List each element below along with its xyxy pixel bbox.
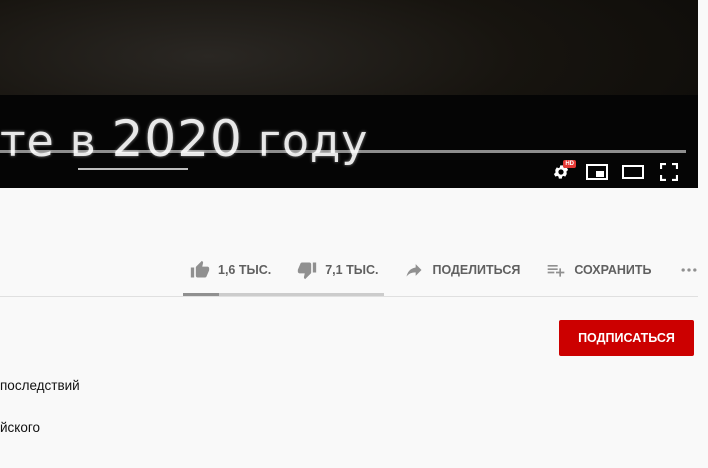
player-controls: HD — [550, 160, 680, 182]
theater-mode-button[interactable] — [622, 162, 644, 182]
video-actions: 1,6 ТЫС. 7,1 ТЫС. ПОДЕЛИТЬСЯ СОХРАНИТЬ — [190, 257, 700, 283]
caption-year: 2020 — [111, 110, 243, 168]
share-label: ПОДЕЛИТЬСЯ — [432, 263, 521, 277]
thumbs-up-icon — [190, 260, 210, 278]
hd-badge: HD — [563, 160, 576, 168]
fullscreen-button[interactable] — [658, 162, 680, 182]
video-player[interactable]: те в 2020 году HD — [0, 0, 698, 188]
video-caption: те в 2020 году — [0, 110, 368, 168]
settings-button[interactable]: HD — [550, 160, 576, 182]
description-line-1: последствий — [0, 378, 80, 393]
share-icon — [406, 264, 422, 277]
description-line-2: йского — [0, 420, 40, 435]
save-label: СОХРАНИТЬ — [574, 263, 652, 277]
caption-post: году — [242, 116, 369, 167]
miniplayer-icon — [586, 164, 608, 180]
divider — [0, 296, 698, 297]
caption-underline — [78, 168, 188, 170]
dislike-count: 7,1 ТЫС. — [325, 263, 379, 277]
subscribe-button[interactable]: ПОДПИСАТЬСЯ — [559, 320, 694, 356]
like-count: 1,6 ТЫС. — [218, 263, 272, 277]
playlist-add-icon — [548, 265, 565, 277]
theater-icon — [622, 165, 644, 179]
video-progress-bar[interactable] — [0, 150, 686, 153]
save-button[interactable]: СОХРАНИТЬ — [546, 260, 652, 280]
caption-pre: те в — [0, 116, 112, 167]
miniplayer-button[interactable] — [586, 162, 608, 182]
fullscreen-icon — [660, 163, 678, 181]
dislike-button[interactable]: 7,1 ТЫС. — [297, 260, 378, 280]
share-button[interactable]: ПОДЕЛИТЬСЯ — [404, 260, 520, 280]
thumbs-down-icon — [298, 262, 317, 280]
more-actions-button[interactable] — [678, 260, 700, 280]
like-button[interactable]: 1,6 ТЫС. — [190, 260, 271, 280]
more-horiz-icon — [681, 268, 697, 272]
